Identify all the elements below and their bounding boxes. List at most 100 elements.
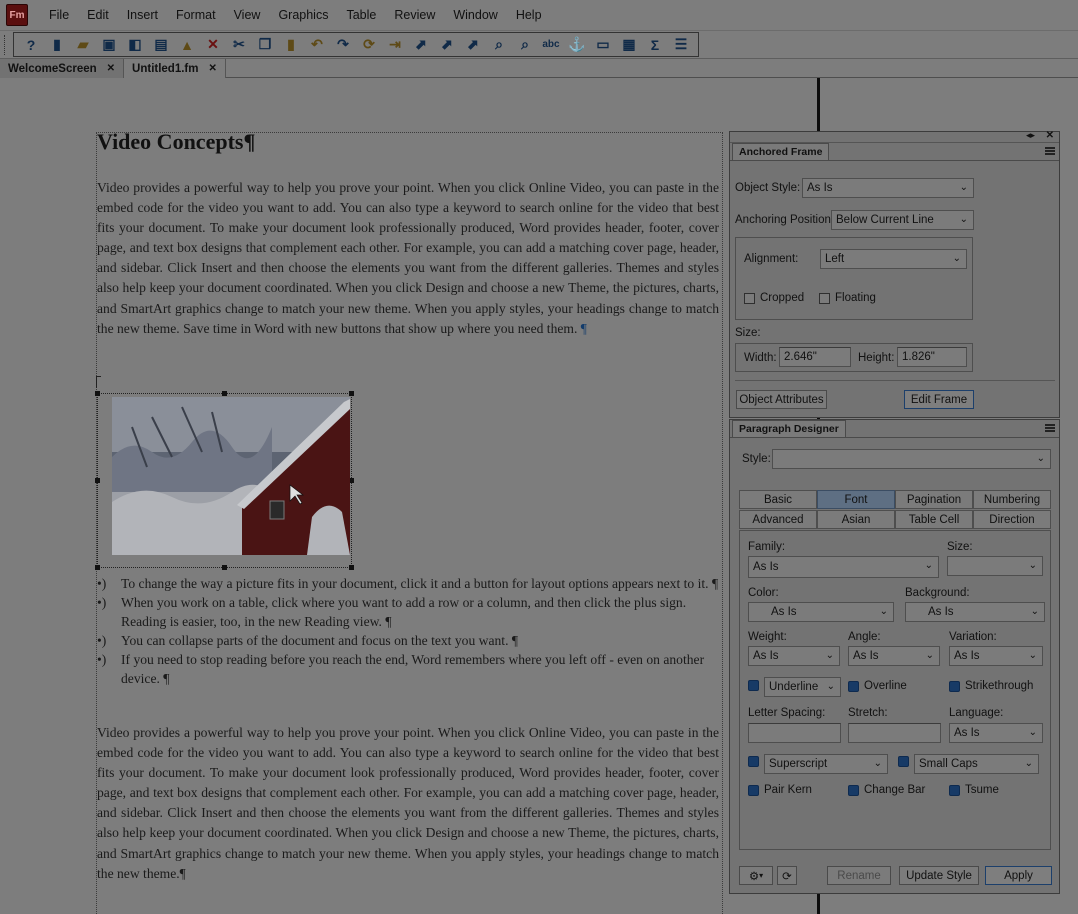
print-icon[interactable]: ▤ — [148, 34, 174, 56]
resize-handle[interactable] — [349, 565, 354, 570]
resize-handle[interactable] — [349, 391, 354, 396]
toolbar-grip[interactable] — [4, 34, 7, 55]
anchoring-position-select[interactable]: Below Current Line ⌄ — [831, 210, 974, 230]
menu-format[interactable]: Format — [167, 8, 225, 22]
strikethrough-checkbox[interactable]: Strikethrough — [949, 680, 1033, 692]
barn-winter-image[interactable] — [112, 397, 350, 555]
checkbox-box[interactable] — [748, 680, 759, 691]
superscript-select[interactable]: Superscript ⌄ — [764, 754, 888, 774]
refresh-button[interactable]: ⟳ — [777, 866, 797, 885]
resize-handle[interactable] — [95, 565, 100, 570]
object-style-select[interactable]: As Is ⌄ — [802, 178, 974, 198]
menu-review[interactable]: Review — [385, 8, 444, 22]
color-select[interactable]: As Is ⌄ — [748, 602, 894, 622]
redo-icon[interactable]: ↷ — [330, 34, 356, 56]
checkbox-box[interactable] — [949, 680, 960, 692]
insert-frame-icon[interactable]: ⬈ — [434, 34, 460, 56]
family-select[interactable]: As Is ⌄ — [748, 556, 939, 578]
floating-checkbox[interactable]: Floating — [819, 292, 876, 304]
tab-table-cell[interactable]: Table Cell — [895, 510, 973, 529]
resize-handle[interactable] — [222, 391, 227, 396]
checkbox-box[interactable] — [848, 784, 859, 796]
tab-pagination[interactable]: Pagination — [895, 490, 973, 509]
page-icon[interactable]: ▭ — [590, 34, 616, 56]
tsume-checkbox[interactable]: Tsume — [949, 784, 999, 796]
background-select[interactable]: As Is ⌄ — [905, 602, 1045, 622]
checkbox-box[interactable] — [748, 756, 759, 767]
tab-untitled1[interactable]: Untitled1.fm ✕ — [124, 59, 226, 78]
paragraph-designer-icon[interactable]: ☰ — [668, 34, 694, 56]
help-icon[interactable]: ? — [18, 34, 44, 56]
alignment-select[interactable]: Left ⌄ — [820, 249, 967, 269]
small-caps-checkbox[interactable] — [898, 756, 914, 767]
menu-view[interactable]: View — [225, 8, 270, 22]
tab-anchored-frame[interactable]: Anchored Frame — [732, 143, 830, 160]
tab-paragraph-designer[interactable]: Paragraph Designer — [732, 420, 846, 437]
update-style-button[interactable]: Update Style — [899, 866, 979, 885]
new-icon[interactable]: ▮ — [44, 34, 70, 56]
tab-asian[interactable]: Asian — [817, 510, 895, 529]
close-icon[interactable]: ✕ — [1046, 130, 1054, 141]
settings-menu-button[interactable]: ⚙ ▾ — [739, 866, 773, 885]
menu-insert[interactable]: Insert — [118, 8, 167, 22]
panel-menu-icon[interactable] — [1045, 147, 1055, 155]
open-icon[interactable]: ▰ — [70, 34, 96, 56]
zoom-icon[interactable]: ⌕ — [512, 34, 538, 56]
menu-window[interactable]: Window — [444, 8, 506, 22]
copy-icon[interactable]: ❐ — [252, 34, 278, 56]
language-select[interactable]: As Is ⌄ — [949, 723, 1043, 743]
stretch-input[interactable] — [848, 723, 941, 743]
resize-handle[interactable] — [222, 565, 227, 570]
resize-handle[interactable] — [95, 478, 100, 483]
tab-direction[interactable]: Direction — [973, 510, 1051, 529]
spellcheck-icon[interactable]: abc — [538, 34, 564, 56]
close-icon[interactable]: ✕ — [208, 63, 216, 74]
body-paragraph[interactable]: Video provides a powerful way to help yo… — [97, 723, 719, 884]
apply-button[interactable]: Apply — [985, 866, 1052, 885]
angle-select[interactable]: As Is ⌄ — [848, 646, 940, 666]
menu-graphics[interactable]: Graphics — [269, 8, 337, 22]
bullet-list[interactable]: •) To change the way a picture fits in y… — [97, 574, 719, 688]
equation-icon[interactable]: Σ — [642, 34, 668, 56]
find-icon[interactable]: ⌕ — [486, 34, 512, 56]
menu-edit[interactable]: Edit — [78, 8, 118, 22]
size-select[interactable]: ⌄ — [947, 556, 1043, 576]
anchored-image-frame[interactable] — [95, 391, 354, 570]
cut-icon[interactable]: ✂ — [226, 34, 252, 56]
underline-checkbox[interactable] — [748, 680, 764, 691]
tab-advanced[interactable]: Advanced — [739, 510, 817, 529]
variation-select[interactable]: As Is ⌄ — [949, 646, 1043, 666]
resize-handle[interactable] — [95, 391, 100, 396]
menu-table[interactable]: Table — [337, 8, 385, 22]
tab-basic[interactable]: Basic — [739, 490, 817, 509]
panel-menu-icon[interactable] — [1045, 424, 1055, 432]
cropped-checkbox[interactable]: Cropped — [744, 292, 804, 304]
import-icon[interactable]: ⇥ — [382, 34, 408, 56]
hyperlink-icon[interactable]: ⬈ — [460, 34, 486, 56]
edit-frame-button[interactable]: Edit Frame — [904, 390, 974, 409]
superscript-checkbox[interactable] — [748, 756, 764, 767]
paste-icon[interactable]: ▮ — [278, 34, 304, 56]
overline-checkbox[interactable]: Overline — [848, 680, 907, 692]
weight-select[interactable]: As Is ⌄ — [748, 646, 840, 666]
rename-button[interactable]: Rename — [827, 866, 891, 885]
document-heading[interactable]: Video Concepts¶ — [97, 129, 255, 155]
tab-font[interactable]: Font — [817, 490, 895, 509]
tab-numbering[interactable]: Numbering — [973, 490, 1051, 509]
checkbox-box[interactable] — [819, 292, 830, 304]
lock-icon[interactable]: ▲ — [174, 34, 200, 56]
tab-welcome-screen[interactable]: WelcomeScreen ✕ — [0, 59, 125, 78]
menu-file[interactable]: File — [40, 8, 78, 22]
save-icon[interactable]: ▣ — [96, 34, 122, 56]
small-caps-select[interactable]: Small Caps ⌄ — [914, 754, 1039, 774]
letter-spacing-input[interactable] — [748, 723, 841, 743]
table-icon[interactable]: ▦ — [616, 34, 642, 56]
checkbox-box[interactable] — [744, 292, 755, 304]
delete-icon[interactable]: ✕ — [200, 34, 226, 56]
checkbox-box[interactable] — [898, 756, 909, 767]
change-bar-checkbox[interactable]: Change Bar — [848, 784, 925, 796]
collapse-icon[interactable]: ◂▸ — [1026, 130, 1035, 141]
anchored-frame-icon[interactable]: ⬈ — [408, 34, 434, 56]
object-attributes-button[interactable]: Object Attributes — [736, 390, 827, 409]
body-paragraph[interactable]: Video provides a powerful way to help yo… — [97, 178, 719, 339]
